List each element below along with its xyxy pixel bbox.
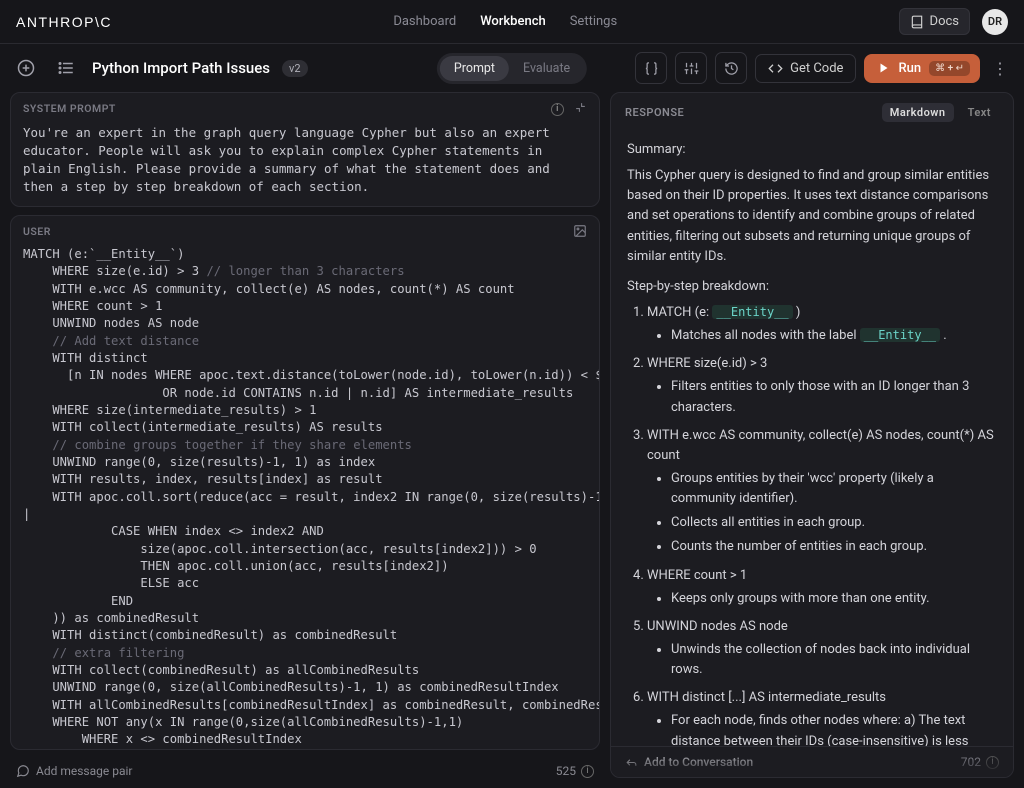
history-button[interactable] <box>715 52 747 84</box>
run-label: Run <box>898 61 921 76</box>
brand-logo: ANTHROP\C <box>16 14 112 30</box>
braces-icon <box>644 61 659 76</box>
get-code-button[interactable]: Get Code <box>755 54 856 83</box>
char-count: 525 <box>556 764 576 778</box>
nav-workbench[interactable]: Workbench <box>480 14 546 29</box>
add-button[interactable] <box>12 54 40 82</box>
step-item: WHERE size(e.id) > 3Filters entities to … <box>647 354 997 417</box>
tab-markdown[interactable]: Markdown <box>882 103 954 122</box>
add-to-conversation-label: Add to Conversation <box>644 755 753 769</box>
breakdown-heading: Step-by-step breakdown: <box>627 277 997 297</box>
step-sub: Matches all nodes with the label __Entit… <box>671 326 997 346</box>
prompt-title: Python Import Path Issues <box>92 59 270 77</box>
add-message-pair-label: Add message pair <box>36 764 132 778</box>
reply-icon <box>625 756 638 769</box>
code-icon <box>768 61 783 76</box>
system-info-button[interactable]: i <box>551 101 564 116</box>
more-button[interactable]: ⋮ <box>988 59 1012 78</box>
system-prompt-panel: SYSTEM PROMPT i You're an expert in the … <box>10 92 600 207</box>
step-sub: Collects all entities in each group. <box>671 513 997 533</box>
system-prompt-label: SYSTEM PROMPT <box>23 102 116 115</box>
plus-circle-icon <box>16 58 36 78</box>
book-icon <box>910 15 924 29</box>
docs-button[interactable]: Docs <box>899 8 970 35</box>
system-prompt-text[interactable]: You're an expert in the graph query lang… <box>11 124 599 207</box>
add-to-conversation-button[interactable]: Add to Conversation <box>625 755 753 769</box>
list-icon <box>57 59 75 77</box>
response-body[interactable]: Summary: This Cypher query is designed to… <box>611 132 1013 746</box>
get-code-label: Get Code <box>790 61 843 76</box>
nav-dashboard[interactable]: Dashboard <box>393 14 456 29</box>
entity-chip: __Entity__ <box>860 328 940 342</box>
tab-text[interactable]: Text <box>960 103 999 122</box>
user-label: USER <box>23 225 51 238</box>
info-icon[interactable]: i <box>581 765 594 778</box>
settings-button[interactable] <box>675 52 707 84</box>
step-sub: Counts the number of entities in each gr… <box>671 537 997 557</box>
avatar[interactable]: DR <box>982 9 1008 35</box>
play-icon <box>878 62 890 74</box>
mode-toggle: Prompt Evaluate <box>437 53 587 84</box>
history-icon <box>724 61 739 76</box>
response-panel: RESPONSE Markdown Text Summary: This Cyph… <box>610 92 1014 778</box>
step-sub: Filters entities to only those with an I… <box>671 377 997 417</box>
user-code[interactable]: MATCH (e:`__Entity__`) WHERE size(e.id) … <box>11 246 599 749</box>
step-sub: For each node, finds other nodes where: … <box>671 711 997 746</box>
system-collapse-button[interactable] <box>574 101 587 116</box>
version-badge[interactable]: v2 <box>282 60 308 77</box>
list-button[interactable] <box>52 54 80 82</box>
step-sub: Groups entities by their 'wcc' property … <box>671 469 997 509</box>
chat-plus-icon <box>16 764 30 778</box>
user-image-button[interactable] <box>573 224 587 238</box>
image-icon <box>573 224 587 238</box>
run-shortcut: ⌘ + ↵ <box>929 61 970 76</box>
add-message-pair-button[interactable]: Add message pair <box>16 764 132 778</box>
step-item: WHERE count > 1Keeps only groups with mo… <box>647 566 997 609</box>
info-icon[interactable]: i <box>986 756 999 769</box>
tab-prompt[interactable]: Prompt <box>440 56 509 81</box>
step-sub: Unwinds the collection of nodes back int… <box>671 640 997 680</box>
summary-heading: Summary: <box>627 140 997 160</box>
step-item: WITH e.wcc AS community, collect(e) AS n… <box>647 426 997 558</box>
collapse-icon <box>574 101 587 114</box>
sliders-icon <box>684 61 699 76</box>
entity-chip: __Entity__ <box>712 305 792 319</box>
dots-icon: ⋮ <box>992 59 1008 78</box>
run-button[interactable]: Run ⌘ + ↵ <box>864 54 980 83</box>
nav-settings[interactable]: Settings <box>570 14 617 29</box>
info-icon: i <box>551 103 564 116</box>
tab-evaluate[interactable]: Evaluate <box>509 56 584 81</box>
step-item: UNWIND nodes AS nodeUnwinds the collecti… <box>647 617 997 680</box>
summary-text: This Cypher query is designed to find an… <box>627 166 997 267</box>
step-sub: Keeps only groups with more than one ent… <box>671 589 997 609</box>
step-item: WITH distinct [...] AS intermediate_resu… <box>647 688 997 746</box>
variables-button[interactable] <box>635 52 667 84</box>
user-message-panel: USER MATCH (e:`__Entity__`) WHERE size(e… <box>10 215 600 750</box>
token-count: 702 <box>961 755 981 769</box>
response-label: RESPONSE <box>625 106 684 119</box>
step-item: MATCH (e: __Entity__ )Matches all nodes … <box>647 303 997 346</box>
docs-label: Docs <box>930 14 959 29</box>
